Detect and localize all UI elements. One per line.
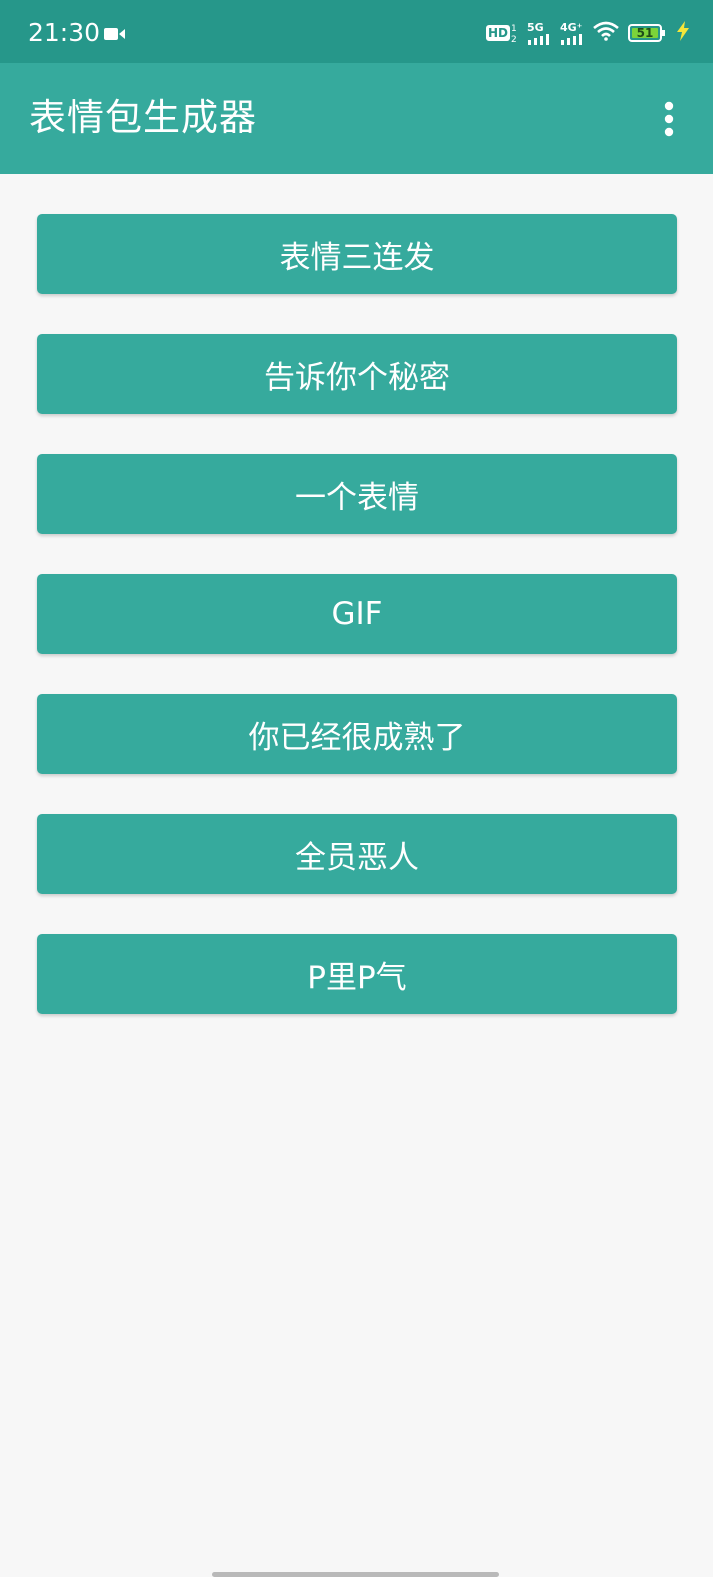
status-time: 21:30 [28, 18, 101, 47]
network-5g-label: 5G [527, 20, 544, 34]
button-label: GIF [331, 596, 383, 632]
more-vert-icon [664, 101, 674, 137]
svg-text:1: 1 [511, 24, 517, 34]
hd-icon: HD 12 [485, 22, 518, 44]
button-all-villains[interactable]: 全员恶人 [37, 814, 677, 894]
button-label: 你已经很成熟了 [248, 719, 466, 756]
button-gif[interactable]: GIF [37, 574, 677, 654]
charging-bolt-icon [675, 21, 691, 45]
meme-type-list: 表情三连发 告诉你个秘密 一个表情 GIF 你已经很成熟了 全员恶人 P里P气 [37, 214, 677, 1054]
button-label: 告诉你个秘密 [264, 359, 450, 396]
battery-icon: 51 [628, 23, 666, 43]
signal-4g-icon: 4G⁺ [560, 22, 584, 45]
app-title: 表情包生成器 [29, 96, 257, 139]
wifi-icon [593, 21, 619, 45]
svg-text:2: 2 [511, 35, 517, 44]
home-indicator[interactable] [212, 1572, 499, 1577]
button-label: P里P气 [307, 959, 407, 996]
battery-level: 51 [636, 26, 654, 40]
button-meme-triple[interactable]: 表情三连发 [37, 214, 677, 294]
network-4g-label: 4G⁺ [560, 20, 583, 34]
status-icons: HD 12 5G 4G⁺ 51 [485, 18, 691, 48]
more-options-button[interactable] [649, 98, 689, 140]
button-single-meme[interactable]: 一个表情 [37, 454, 677, 534]
button-label: 一个表情 [295, 479, 419, 516]
button-p-style[interactable]: P里P气 [37, 934, 677, 1014]
button-very-mature[interactable]: 你已经很成熟了 [37, 694, 677, 774]
button-label: 表情三连发 [279, 239, 435, 276]
hd-label: HD [485, 25, 510, 41]
app-bar: 表情包生成器 [0, 63, 713, 174]
button-label: 全员恶人 [295, 839, 419, 876]
status-bar: 21:30 HD 12 5G 4G⁺ 51 [0, 0, 713, 63]
signal-5g-icon: 5G [527, 22, 551, 45]
button-tell-secret[interactable]: 告诉你个秘密 [37, 334, 677, 414]
video-camera-icon [104, 26, 126, 46]
